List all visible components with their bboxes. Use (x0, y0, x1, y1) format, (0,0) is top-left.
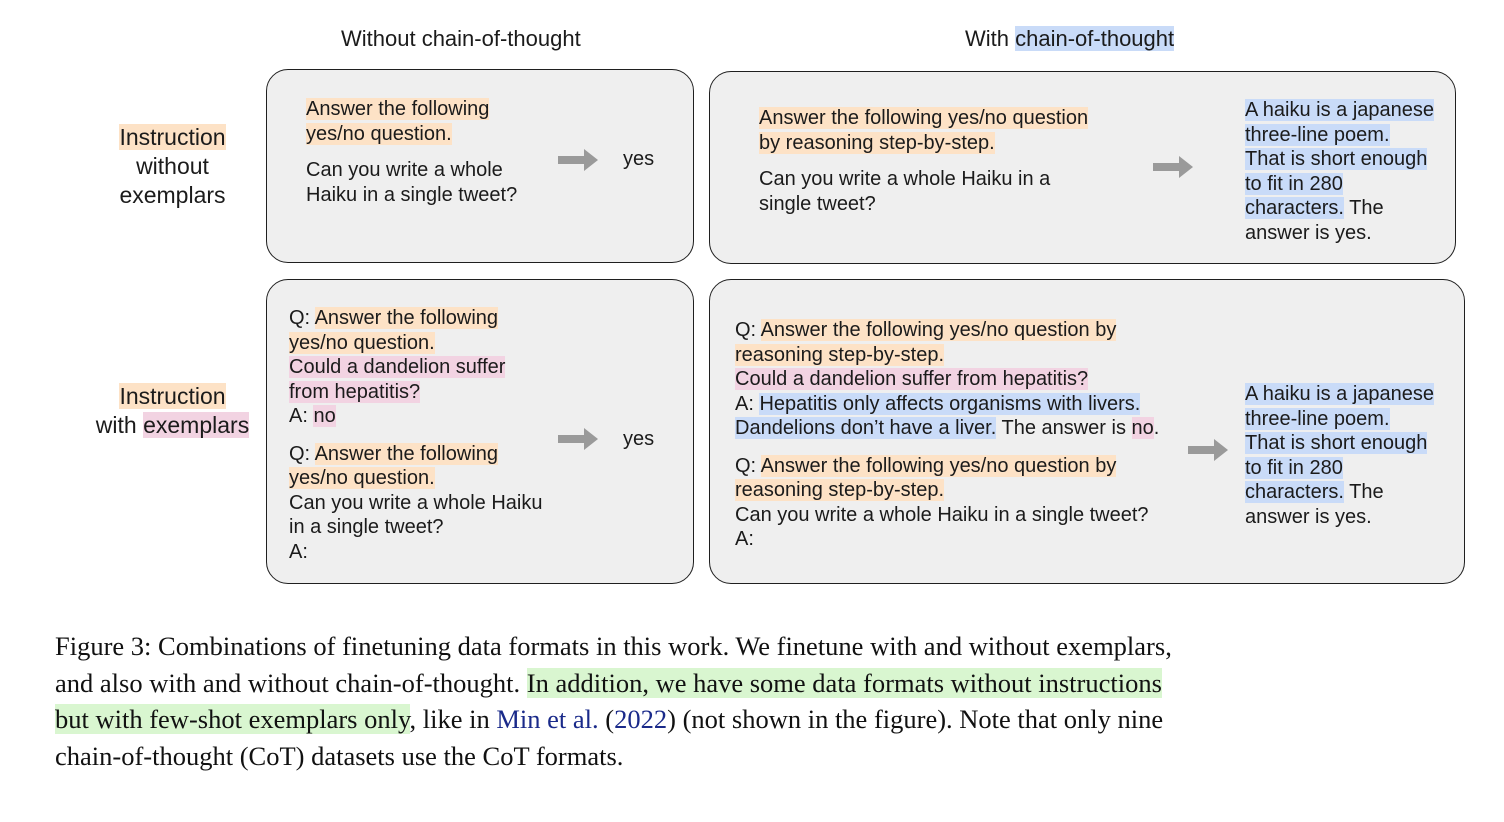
citation-link-year[interactable]: 2022 (614, 704, 667, 734)
cell-bottom-left-prompt: Q: Answer the following yes/no question.… (289, 307, 543, 563)
right-arrow-icon (1153, 156, 1193, 178)
header-with-cot: With chain-of-thought (965, 26, 1175, 51)
row-label-with-exemplars: Instruction with exemplars (95, 383, 250, 438)
cell-top-left-prompt: Answer the following yes/no question. Ca… (306, 98, 518, 206)
cell-top-right-answer: A haiku is a japanese three-line poem. T… (1245, 99, 1435, 244)
cell-bottom-right-prompt: Q: Answer the following yes/no question … (735, 319, 1160, 550)
cell-top-left-answer: yes (623, 148, 655, 170)
header-without-cot: Without chain-of-thought (341, 26, 581, 51)
citation-link-min[interactable]: Min et al. (496, 704, 598, 734)
figure-caption: Figure 3: Combinations of finetuning dat… (55, 631, 1172, 771)
row-label-without-exemplars: Instruction without exemplars (119, 124, 226, 208)
right-arrow-icon (558, 149, 598, 171)
cell-top-right-prompt: Answer the following yes/no question by … (759, 107, 1089, 215)
right-arrow-icon (1188, 439, 1228, 461)
cell-bottom-left-answer: yes (623, 428, 655, 450)
cell-bottom-right-answer: A haiku is a japanese three-line poem. T… (1245, 383, 1435, 528)
right-arrow-icon (558, 428, 598, 450)
